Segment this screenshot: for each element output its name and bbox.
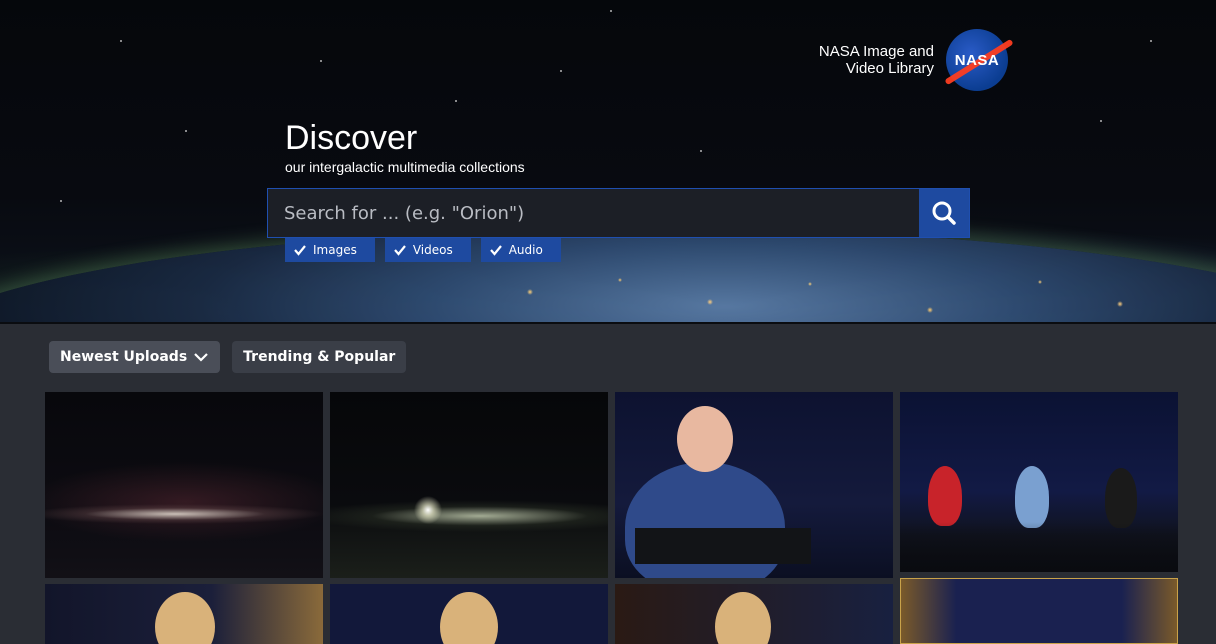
- city-lights: [480, 262, 1180, 322]
- speaker-head: [677, 406, 733, 472]
- star: [610, 10, 612, 12]
- page-subtitle: our intergalactic multimedia collections: [285, 159, 525, 175]
- gallery-thumbnail[interactable]: [900, 578, 1178, 644]
- brand[interactable]: NASA Image and Video Library NASA: [808, 29, 1014, 91]
- nasa-logo: NASA: [944, 29, 1014, 91]
- hero-banner: NASA Image and Video Library NASA Discov…: [0, 0, 1216, 324]
- portrait-head: [155, 592, 215, 644]
- tab-label: Newest Uploads: [60, 349, 188, 365]
- panelist-figure: [1105, 468, 1137, 528]
- star: [60, 200, 62, 202]
- gallery-thumbnail[interactable]: [330, 584, 608, 644]
- media-gallery: [45, 392, 1178, 644]
- gallery-thumbnail[interactable]: [615, 392, 893, 578]
- star: [1150, 40, 1152, 42]
- star: [120, 40, 122, 42]
- checkmark-icon: [294, 245, 306, 256]
- filter-label: Images: [313, 243, 357, 257]
- tab-label: Trending & Popular: [243, 349, 396, 365]
- gallery-thumbnail[interactable]: [615, 584, 893, 644]
- portrait-head: [440, 592, 498, 644]
- gallery-tabs: Newest Uploads Trending & Popular: [49, 341, 407, 373]
- gallery-thumbnail[interactable]: [900, 392, 1178, 572]
- audience-shadow: [900, 522, 1178, 572]
- star: [455, 100, 457, 102]
- page-title: Discover: [285, 119, 418, 157]
- search-button[interactable]: [919, 189, 969, 237]
- star: [700, 150, 702, 152]
- search-icon: [932, 201, 956, 225]
- checkmark-icon: [394, 245, 406, 256]
- media-type-filters: Images Videos Audio: [285, 238, 561, 262]
- panelist-figure: [928, 466, 962, 526]
- star: [185, 130, 187, 132]
- gallery-thumbnail[interactable]: [45, 584, 323, 644]
- portrait-head: [715, 592, 771, 644]
- tab-trending-popular[interactable]: Trending & Popular: [232, 341, 407, 373]
- panelist-figure: [1015, 466, 1049, 528]
- hero-heading: Discover our intergalactic multimedia co…: [285, 118, 525, 176]
- filter-images[interactable]: Images: [285, 238, 375, 262]
- tab-newest-uploads[interactable]: Newest Uploads: [49, 341, 221, 373]
- gallery-thumbnail[interactable]: [45, 392, 323, 578]
- filter-label: Videos: [412, 243, 453, 257]
- chevron-down-icon: [194, 353, 208, 362]
- logo-wordmark: NASA: [954, 51, 1000, 69]
- star: [560, 70, 562, 72]
- checkmark-icon: [489, 245, 502, 256]
- filter-videos[interactable]: Videos: [384, 238, 471, 262]
- filter-label: Audio: [508, 243, 543, 257]
- star: [320, 60, 322, 62]
- search-bar: [267, 188, 970, 238]
- search-input[interactable]: [268, 189, 919, 237]
- podium: [635, 528, 811, 564]
- filter-audio[interactable]: Audio: [480, 238, 561, 262]
- star: [1100, 120, 1102, 122]
- gallery-thumbnail[interactable]: [330, 392, 608, 578]
- brand-title: NASA Image and Video Library: [814, 43, 934, 77]
- brand-title-line2: Video Library: [845, 60, 934, 77]
- brand-title-line1: NASA Image and: [818, 43, 934, 60]
